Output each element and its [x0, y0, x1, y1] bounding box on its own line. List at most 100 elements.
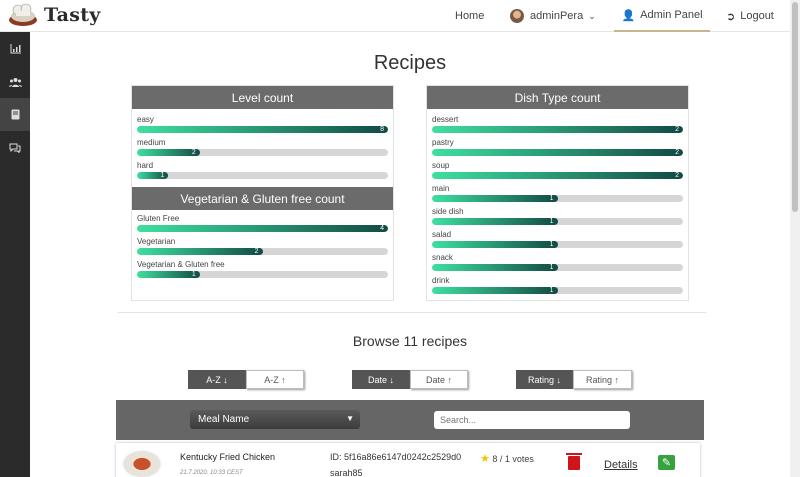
bar-value: 2: [675, 126, 679, 133]
bar-fill: 2: [432, 149, 683, 156]
sidebar-item-statistics[interactable]: [0, 32, 30, 65]
bar-label: Vegetarian: [137, 237, 176, 246]
sidebar-item-users[interactable]: [0, 65, 30, 98]
admin-panel-label: Admin Panel: [640, 9, 703, 21]
bar-fill: 8: [137, 126, 388, 133]
page-scrollbar[interactable]: [790, 0, 800, 477]
bar-row: drink 1: [427, 274, 688, 297]
bar-track: 2: [432, 149, 683, 156]
bar-track: 1: [137, 271, 388, 278]
sort-by-name-group: A-Z ↓ A-Z ↑: [188, 370, 304, 389]
top-navbar: Tasty Home adminPera ⌄ 👤 Admin Panel ➲ L…: [0, 0, 790, 32]
search-field-value: Meal Name: [198, 414, 250, 425]
bar-value: 2: [675, 149, 679, 156]
users-icon: [8, 77, 22, 87]
bar-fill: 1: [432, 241, 558, 248]
bar-value: 1: [191, 271, 196, 278]
filter-bar: Meal Name ▼: [116, 400, 704, 440]
user-menu-dropdown[interactable]: adminPera ⌄: [510, 0, 596, 32]
chevron-down-icon: ▼: [346, 414, 354, 423]
details-link[interactable]: Details: [604, 459, 638, 471]
user-cog-icon: 👤: [621, 9, 636, 22]
level-count-heading: Level count: [132, 86, 393, 109]
bar-track: 1: [432, 264, 683, 271]
bar-row: side dish 1: [427, 205, 688, 228]
scrollbar-thumb[interactable]: [792, 2, 798, 212]
sidebar-item-recipes[interactable]: [0, 98, 30, 131]
bar-track: 2: [432, 172, 683, 179]
bar-row: soup 2: [427, 159, 688, 182]
bar-track: 4: [137, 225, 388, 232]
bar-track: 2: [137, 149, 388, 156]
bar-track: 1: [432, 287, 683, 294]
bar-label: Vegetarian & Gluten free: [137, 260, 225, 269]
comments-icon: [9, 143, 21, 153]
chef-logo-icon: [9, 3, 37, 26]
recipe-rating: ★ 8 / 1 votes: [480, 452, 534, 465]
nav-logout-link[interactable]: ➲ Logout: [726, 0, 774, 32]
bar-label: hard: [137, 161, 154, 170]
sort-az-asc-button[interactable]: A-Z ↑: [246, 370, 304, 389]
bar-label: main: [432, 184, 450, 193]
sort-by-rating-group: Rating ↓ Rating ↑: [516, 370, 632, 389]
bar-row: medium 2: [132, 136, 393, 159]
sort-date-asc-button[interactable]: Date ↑: [410, 370, 468, 389]
bar-fill: 1: [432, 195, 558, 202]
bar-row: Vegetarian & Gluten free 1: [132, 258, 393, 281]
sort-date-desc-button[interactable]: Date ↓: [352, 370, 410, 389]
bar-label: easy: [137, 115, 154, 124]
logout-label: Logout: [740, 10, 774, 22]
book-icon: [11, 109, 19, 120]
bar-value: 2: [191, 149, 196, 156]
sign-out-icon: ➲: [726, 10, 736, 23]
bar-fill: 2: [432, 126, 683, 133]
recipe-name: Kentucky Fried Chicken: [180, 452, 276, 462]
bar-fill: 4: [137, 225, 388, 232]
bar-track: 1: [137, 172, 388, 179]
bar-row: hard 1: [132, 159, 393, 182]
nav-home-link[interactable]: Home: [455, 0, 484, 32]
bar-value: 1: [549, 287, 554, 294]
bar-fill: 1: [432, 218, 558, 225]
bar-value: 1: [549, 195, 554, 202]
nav-admin-panel-link[interactable]: 👤 Admin Panel: [614, 0, 710, 32]
dish-type-panel: Dish Type count dessert 2 pastry 2 soup 2 main…: [426, 85, 689, 301]
bar-row: dessert 2: [427, 113, 688, 136]
bar-fill: 1: [137, 172, 169, 179]
bar-row: easy 8: [132, 113, 393, 136]
bar-value: 8: [380, 126, 384, 133]
bar-row: snack 1: [427, 251, 688, 274]
bar-track: 8: [137, 126, 388, 133]
rating-text: 8 / 1 votes: [492, 454, 534, 464]
brand-logo[interactable]: Tasty: [6, 2, 101, 28]
bar-fill: 2: [137, 248, 263, 255]
recipe-id: ID: 5f16a86e6147d0242c2529d0: [330, 452, 462, 462]
sort-rating-asc-button[interactable]: Rating ↑: [573, 370, 632, 389]
sidebar-item-comments[interactable]: [0, 131, 30, 164]
sort-az-desc-button[interactable]: A-Z ↓: [188, 370, 246, 389]
bar-label: salad: [432, 230, 452, 239]
bar-track: 1: [432, 195, 683, 202]
bar-label: medium: [137, 138, 166, 147]
bar-value: 1: [549, 264, 554, 271]
search-field-select[interactable]: Meal Name ▼: [190, 410, 360, 429]
edit-icon[interactable]: ✎: [658, 455, 675, 470]
bar-value: 2: [254, 248, 259, 255]
star-icon: ★: [480, 453, 490, 465]
search-input[interactable]: [434, 411, 630, 429]
bar-row: pastry 2: [427, 136, 688, 159]
recipe-date: 21.7.2020. 10:33 CEST: [180, 470, 243, 476]
avatar: [510, 9, 524, 23]
bar-row: salad 1: [427, 228, 688, 251]
dish-type-count-heading: Dish Type count: [427, 86, 688, 109]
section-divider: [118, 312, 706, 313]
bar-track: 1: [432, 241, 683, 248]
veg-count-chart: Gluten Free 4 Vegetarian 2 Vegetarian & Glut…: [132, 210, 393, 281]
bar-value: 1: [160, 172, 165, 179]
sort-rating-desc-button[interactable]: Rating ↓: [516, 370, 573, 389]
delete-icon[interactable]: [566, 453, 582, 470]
bar-label: side dish: [432, 207, 464, 216]
bar-fill: 2: [137, 149, 200, 156]
veg-count-heading: Vegetarian & Gluten free count: [132, 187, 393, 210]
bar-track: 2: [432, 126, 683, 133]
